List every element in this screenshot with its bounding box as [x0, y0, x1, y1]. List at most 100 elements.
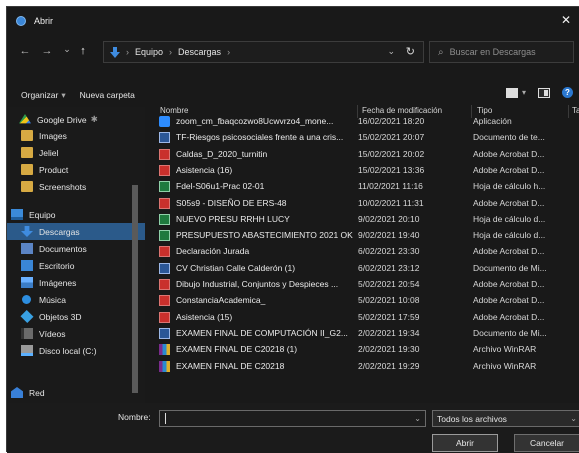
rar-file-icon: [159, 344, 170, 356]
file-date: 9/02/2021 20:10: [358, 213, 420, 224]
file-row[interactable]: ConstanciaAcademica_ 5/02/2021 10:08 Adobe…: [154, 292, 574, 309]
file-row[interactable]: Asistencia (16) 15/02/2021 13:36 Adobe Acr…: [154, 162, 574, 179]
file-type-filter-value: Todos los archivos: [437, 413, 507, 424]
sidebar-item-música[interactable]: Música: [7, 291, 145, 308]
sidebar-item-label: Jeliel: [39, 147, 59, 158]
organize-label: Organizar: [21, 89, 59, 100]
sidebar-item-escritorio[interactable]: Escritorio: [7, 257, 145, 274]
sidebar-item-equipo[interactable]: Equipo: [7, 206, 145, 223]
file-name: Fdel-S06u1-Prac 02-01: [176, 181, 265, 192]
sidebar-item-documentos[interactable]: Documentos: [7, 240, 145, 257]
file-name: ConstanciaAcademica_: [176, 295, 266, 306]
file-date: 6/02/2021 23:12: [358, 262, 420, 273]
pdf-file-icon: [159, 148, 170, 160]
pin-icon: ✱: [90, 114, 98, 124]
breadcrumb-separator: ›: [169, 47, 173, 57]
app-file-icon: [159, 116, 170, 127]
new-folder-button[interactable]: Nueva carpeta: [80, 90, 135, 100]
up-arrow-icon[interactable]: ↑: [73, 45, 93, 57]
forward-arrow-icon[interactable]: →: [37, 45, 57, 57]
file-row[interactable]: zoom_cm_fbaqcozwo8Ucwvrzo4_mone... 16/02/…: [154, 113, 574, 130]
dialog-footer: Nombre: ⌄ Todos los archivos ⌄ Abrir Can…: [7, 403, 579, 453]
sidebar-scrollbar[interactable]: [131, 109, 139, 405]
file-type: Hoja de cálculo d...: [473, 230, 546, 241]
sidebar-item-disco-local-c-[interactable]: Disco local (C:): [7, 342, 145, 359]
file-row[interactable]: EXAMEN FINAL DE C20218 (1) 2/02/2021 19:3…: [154, 341, 574, 358]
sidebar-scrollbar-thumb[interactable]: [132, 185, 138, 393]
file-name-combobox[interactable]: ⌄: [159, 410, 426, 427]
sidebar-item-screenshots[interactable]: Screenshots: [7, 178, 145, 195]
organize-caret-icon: ▾: [61, 89, 66, 100]
sidebar-item-label: Documentos: [39, 243, 87, 254]
folder-icon: [21, 130, 33, 141]
address-bar[interactable]: › Equipo › Descargas › ⌄ ↻: [103, 41, 424, 63]
file-row[interactable]: Asistencia (15) 5/02/2021 17:59 Adobe Acro…: [154, 309, 574, 326]
file-name: Declaración Jurada: [176, 246, 250, 257]
breadcrumb-equipo[interactable]: Equipo: [135, 47, 163, 57]
xls-file-icon: [159, 230, 170, 242]
cancel-button[interactable]: Cancelar: [514, 434, 579, 452]
file-date: 5/02/2021 10:08: [358, 295, 420, 306]
sidebar-item-descargas[interactable]: Descargas: [7, 223, 145, 240]
sidebar-item-jeliel[interactable]: Jeliel: [7, 144, 145, 161]
file-row[interactable]: Dibujo Industrial, Conjuntos y Despieces…: [154, 276, 574, 293]
file-row[interactable]: CV Christian Calle Calderón (1) 6/02/2021…: [154, 260, 574, 277]
file-row[interactable]: EXAMEN FINAL DE C20218 2/02/2021 19:29 Arc…: [154, 358, 574, 375]
doc-file-icon: [159, 262, 170, 274]
help-icon[interactable]: ?: [562, 87, 573, 98]
chrome-app-icon: [16, 16, 26, 26]
file-type: Aplicación: [473, 116, 512, 126]
disk-icon: [21, 345, 33, 356]
file-type: Documento de te...: [473, 132, 545, 143]
sidebar-item-imágenes[interactable]: Imágenes: [7, 274, 145, 291]
file-row[interactable]: Fdel-S06u1-Prac 02-01 11/02/2021 11:16 Hoj…: [154, 178, 574, 195]
address-dropdown-icon[interactable]: ⌄: [387, 46, 395, 57]
file-type: Adobe Acrobat D...: [473, 311, 545, 322]
file-row[interactable]: Caldas_D_2020_turnitin 15/02/2021 20:02 Ad…: [154, 146, 574, 163]
file-row[interactable]: EXAMEN FINAL DE COMPUTACIÓN II_G2... 2/02…: [154, 325, 574, 342]
file-name: EXAMEN FINAL DE C20218 (1): [176, 344, 298, 355]
navigation-bar: ← → ⌄ ↑ › Equipo › Descargas › ⌄ ↻ ⌕ Bus…: [7, 41, 579, 63]
doc-file-icon: [159, 327, 170, 339]
file-name-input[interactable]: [160, 411, 400, 426]
file-date: 15/02/2021 20:07: [358, 132, 425, 143]
view-options-caret-icon[interactable]: ▾: [522, 88, 526, 97]
sidebar-item-label: Música: [39, 294, 66, 305]
computer-icon: [11, 209, 23, 220]
breadcrumb-separator: ›: [126, 47, 129, 57]
sidebar-item-objetos-3d[interactable]: Objetos 3D: [7, 308, 145, 325]
sidebar-item-product[interactable]: Product: [7, 161, 145, 178]
file-type-dropdown-icon[interactable]: ⌄: [570, 414, 577, 423]
file-name: Caldas_D_2020_turnitin: [176, 148, 268, 159]
google-drive-icon: [19, 114, 31, 124]
file-row[interactable]: S05s9 - DISEÑO DE ERS-48 10/02/2021 11:31…: [154, 195, 574, 212]
refresh-icon[interactable]: ↻: [406, 45, 415, 58]
title-bar: Abrir ✕: [7, 7, 579, 35]
change-view-icon[interactable]: [505, 87, 518, 98]
file-name-dropdown-icon[interactable]: ⌄: [414, 414, 421, 423]
file-type: Documento de Mi...: [473, 262, 547, 273]
open-button[interactable]: Abrir: [432, 434, 498, 452]
file-type: Archivo WinRAR: [473, 344, 537, 355]
sidebar-item-vídeos[interactable]: Vídeos: [7, 325, 145, 342]
file-type-filter[interactable]: Todos los archivos ⌄: [432, 410, 579, 427]
rar-file-icon: [159, 360, 170, 372]
organize-button[interactable]: Organizar ▾: [21, 90, 66, 101]
file-row[interactable]: NUEVO PRESU RRHH LUCY 9/02/2021 20:10 Hoja…: [154, 211, 574, 228]
sidebar-item-images[interactable]: Images: [7, 127, 145, 144]
file-name: NUEVO PRESU RRHH LUCY: [176, 213, 290, 224]
back-arrow-icon[interactable]: ←: [15, 45, 35, 57]
preview-pane-icon[interactable]: [538, 87, 550, 98]
network-icon: [11, 387, 23, 398]
file-type: Adobe Acrobat D...: [473, 148, 545, 159]
file-row[interactable]: TF-Riesgos psicosociales frente a una cr…: [154, 129, 574, 146]
close-icon[interactable]: ✕: [561, 13, 571, 27]
pdf-file-icon: [159, 246, 170, 258]
file-row[interactable]: PRESUPUESTO ABASTECIMIENTO 2021 OK 9/02/2…: [154, 227, 574, 244]
search-box[interactable]: ⌕ Buscar en Descargas: [429, 41, 574, 63]
breadcrumb-descargas[interactable]: Descargas: [178, 47, 221, 57]
desktop-icon: [21, 260, 33, 271]
sidebar-item-google-drive[interactable]: Google Drive ✱: [7, 111, 145, 128]
file-row[interactable]: Declaración Jurada 6/02/2021 23:30 Adobe A…: [154, 243, 574, 260]
sidebar-item-red[interactable]: Red: [7, 384, 145, 401]
